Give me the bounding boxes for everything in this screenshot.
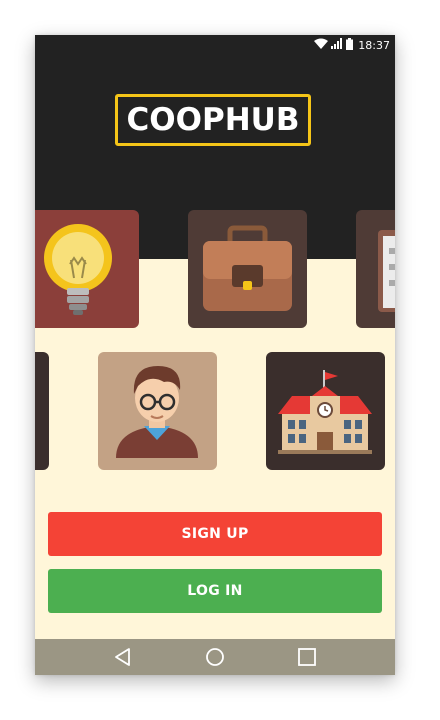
back-button[interactable] (103, 639, 143, 675)
lightbulb-tile[interactable] (35, 210, 139, 328)
battery-icon (346, 37, 354, 53)
status-icons: 18:37 (314, 37, 390, 53)
student-tile[interactable] (98, 352, 217, 470)
school-building-icon (278, 370, 372, 454)
log-in-button[interactable]: LOG IN (48, 569, 382, 613)
app-screen: 18:37 COOPHUB SIGN UP LOG IN (35, 35, 395, 675)
signal-icon (331, 38, 343, 52)
status-time: 18:37 (358, 38, 390, 52)
checklist-icon (378, 230, 395, 312)
wifi-icon (314, 38, 329, 52)
back-icon (115, 648, 130, 666)
checklist-tile[interactable] (356, 210, 395, 328)
home-icon (206, 648, 224, 666)
briefcase-icon (203, 225, 292, 311)
recents-button[interactable] (287, 639, 327, 675)
app-logo: COOPHUB (115, 94, 311, 146)
partial-tile[interactable] (35, 352, 49, 470)
status-bar: 18:37 (35, 35, 395, 55)
home-button[interactable] (195, 639, 235, 675)
student-avatar-icon (116, 366, 198, 458)
briefcase-tile[interactable] (188, 210, 307, 328)
lightbulb-icon (44, 224, 112, 315)
sign-up-button[interactable]: SIGN UP (48, 512, 382, 556)
recents-icon (298, 648, 316, 666)
school-tile[interactable] (266, 352, 385, 470)
navigation-bar (35, 639, 395, 675)
